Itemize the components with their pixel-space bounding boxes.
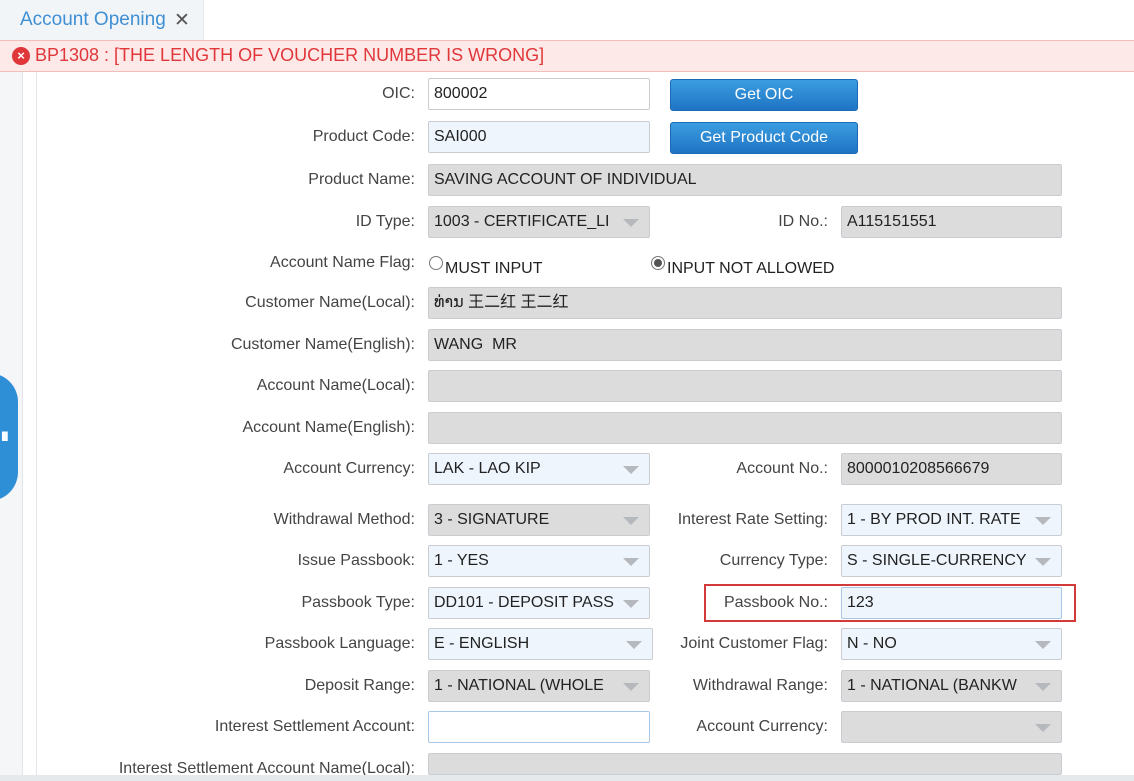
passbook-no-input[interactable]: 123	[841, 587, 1062, 619]
tab-title[interactable]: Account Opening	[20, 9, 166, 31]
chevron-down-icon[interactable]	[626, 641, 642, 649]
product-code-input[interactable]: SAI000	[428, 121, 650, 153]
error-icon: ×	[12, 47, 30, 65]
radio-input-not-allowed-label[interactable]: INPUT NOT ALLOWED	[667, 259, 834, 279]
interest-rate-setting-select[interactable]: 1 - BY PROD INT. RATE	[841, 504, 1062, 536]
passbook-type-select[interactable]: DD101 - DEPOSIT PASS	[428, 587, 650, 619]
withdrawal-range-label: Withdrawal Range:	[692, 677, 828, 694]
interest-settlement-account-label: Interest Settlement Account:	[214, 718, 415, 735]
interest-settlement-account-input[interactable]	[428, 711, 650, 743]
withdrawal-method-label: Withdrawal Method:	[273, 511, 415, 528]
issue-passbook-label: Issue Passbook:	[297, 552, 415, 569]
customer-name-local-field: ທ່ານ 王二红 王二红	[428, 287, 1062, 319]
chevron-down-icon[interactable]	[623, 600, 639, 608]
radio-selected-dot	[654, 259, 662, 267]
customer-name-english-label: Customer Name(English):	[230, 336, 415, 353]
account-name-local-field	[428, 370, 1062, 402]
deposit-range-label: Deposit Range:	[304, 677, 415, 694]
product-code-label: Product Code:	[312, 128, 415, 145]
customer-name-local-label: Customer Name(Local):	[245, 294, 415, 311]
id-type-select: 1003 - CERTIFICATE_LI	[428, 206, 650, 238]
chevron-down-icon[interactable]	[623, 558, 639, 566]
oic-label: OIC:	[382, 85, 415, 102]
chevron-down-icon	[1035, 683, 1051, 691]
interest-settlement-account-name-local-field	[428, 753, 1062, 775]
account-currency-2-label: Account Currency:	[696, 718, 828, 735]
close-icon[interactable]: ✕	[174, 9, 190, 32]
passbook-language-select[interactable]: E - ENGLISH	[428, 628, 653, 660]
error-message: BP1308 : [THE LENGTH OF VOUCHER NUMBER I…	[35, 45, 545, 65]
divider	[36, 72, 37, 781]
get-product-code-button[interactable]: Get Product Code	[670, 122, 858, 154]
account-name-local-label: Account Name(Local):	[256, 377, 415, 394]
withdrawal-range-select: 1 - NATIONAL (BANKW	[841, 670, 1062, 702]
radio-must-input-label[interactable]: MUST INPUT	[445, 259, 542, 279]
chevron-down-icon	[623, 219, 639, 227]
chevron-down-icon[interactable]	[1035, 641, 1051, 649]
account-currency-select[interactable]: LAK - LAO KIP	[428, 453, 650, 485]
get-oic-button[interactable]: Get OIC	[670, 79, 858, 111]
account-name-english-field	[428, 412, 1062, 444]
chevron-down-icon[interactable]	[1035, 558, 1051, 566]
error-banner: × BP1308 : [THE LENGTH OF VOUCHER NUMBER…	[0, 40, 1134, 72]
product-name-label: Product Name:	[308, 171, 415, 188]
account-no-label: Account No.:	[736, 460, 828, 477]
interest-rate-setting-label: Interest Rate Setting:	[677, 511, 828, 528]
account-name-flag-label: Account Name Flag:	[270, 254, 415, 271]
chevron-down-icon[interactable]	[1035, 517, 1051, 525]
currency-type-label: Currency Type:	[719, 552, 828, 569]
product-name-field: SAVING ACCOUNT OF INDIVIDUAL	[428, 164, 1062, 196]
chevron-down-icon	[623, 683, 639, 691]
account-no-field: 8000010208566679	[841, 453, 1062, 485]
account-name-english-label: Account Name(English):	[242, 419, 415, 436]
passbook-type-label: Passbook Type:	[301, 594, 415, 611]
oic-input[interactable]: 800002	[428, 78, 650, 110]
passbook-no-label: Passbook No.:	[723, 594, 828, 611]
chevron-down-icon[interactable]	[623, 466, 639, 474]
withdrawal-method-select: 3 - SIGNATURE	[428, 504, 650, 536]
currency-type-select[interactable]: S - SINGLE-CURRENCY	[841, 545, 1062, 577]
id-type-label: ID Type:	[355, 213, 415, 230]
joint-customer-flag-select[interactable]: N - NO	[841, 628, 1062, 660]
tab-bar: Account Opening ✕	[0, 0, 1134, 40]
account-currency-2-select	[841, 711, 1062, 743]
id-no-label: ID No.:	[778, 213, 828, 230]
chevron-down-icon	[1035, 724, 1051, 732]
joint-customer-flag-label: Joint Customer Flag:	[680, 635, 828, 652]
radio-must-input[interactable]	[429, 256, 443, 270]
menu-lines-icon[interactable]: III	[1, 428, 9, 444]
chevron-down-icon	[623, 517, 639, 525]
issue-passbook-select[interactable]: 1 - YES	[428, 545, 650, 577]
deposit-range-select: 1 - NATIONAL (WHOLE	[428, 670, 650, 702]
divider	[22, 72, 23, 781]
horizontal-scrollbar[interactable]	[0, 775, 1134, 781]
customer-name-english-field: WANG MR	[428, 329, 1062, 361]
radio-input-not-allowed[interactable]	[651, 256, 665, 270]
id-no-field: A115151551	[841, 206, 1062, 238]
tab-account-opening[interactable]: Account Opening ✕	[0, 0, 204, 40]
passbook-language-label: Passbook Language:	[264, 635, 415, 652]
account-currency-label: Account Currency:	[283, 460, 415, 477]
